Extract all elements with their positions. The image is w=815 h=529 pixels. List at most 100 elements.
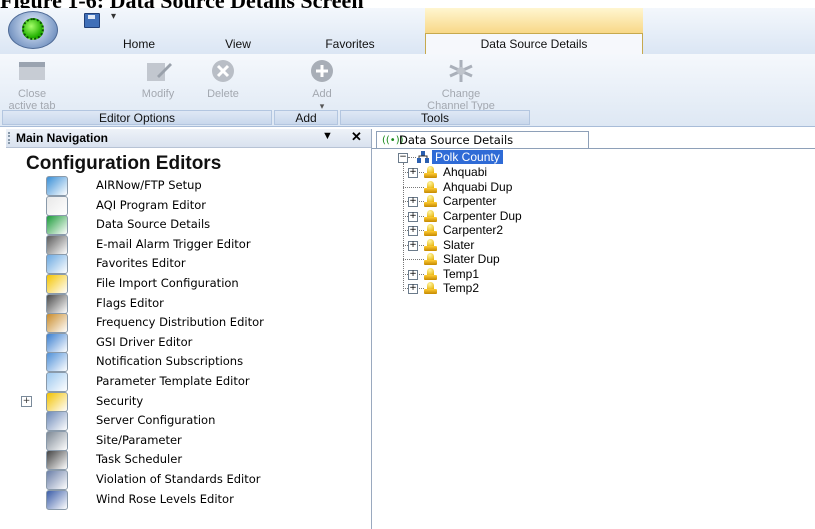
nav-item-flags-editor[interactable]: Flags Editor [46,293,366,314]
expand-icon[interactable]: + [408,197,418,207]
nav-item-label: Security [96,393,144,408]
nav-item-server-configuration[interactable]: Server Configuration [46,410,366,432]
tree-connector [403,259,424,260]
nav-item-violation-of-standards-editor[interactable]: Violation of Standards Editor [46,469,366,490]
nav-item-security[interactable]: + Security [21,391,366,412]
delete-icon [212,60,234,82]
nav-item-e-mail-alarm-trigger-editor[interactable]: E-mail Alarm Trigger Editor [46,234,366,255]
tree-node-carpenter[interactable]: + Carpenter [403,194,616,209]
modify-button[interactable]: Modify [132,58,184,100]
pane-menu-icon[interactable]: ▼ [322,130,333,142]
tree-node-slater-dup[interactable]: Slater Dup [403,252,616,267]
tree-node-label: Slater [443,237,475,252]
nav-item-notification-subscriptions[interactable]: Notification Subscriptions [46,351,366,373]
main-navigation-header: Main Navigation ▼ ✕ [6,129,371,148]
nav-item-parameter-template-editor[interactable]: Parameter Template Editor [46,371,366,392]
quick-access-dropdown-icon[interactable]: ▾ [111,11,116,22]
close-active-tab-button[interactable]: Close active tab [0,58,64,112]
modify-icon [147,63,172,81]
site-icon [424,238,437,251]
tree-node-ahquabi[interactable]: + Ahquabi [403,165,616,180]
tree-node-temp2[interactable]: + Temp2 [403,281,616,296]
tree-connector [403,186,424,188]
add-label: Add [312,88,332,100]
tree-node-slater[interactable]: + Slater [403,237,616,253]
add-button[interactable]: Add ▾ [302,58,342,112]
site-icon [424,282,437,294]
tree-root-label[interactable]: Polk County [432,150,503,164]
import-icon [46,274,68,294]
tree-node-label: Ahquabi Dup [443,179,513,194]
nav-item-label: AQI Program Editor [96,197,206,212]
tree-node-temp1[interactable]: + Temp1 [403,267,616,282]
template-icon [46,372,68,392]
main-navigation-pane: Main Navigation ▼ ✕ Configuration Editor… [6,129,372,529]
nav-item-label: Parameter Template Editor [96,374,250,388]
doc-tab-label: Data Source Details [399,133,514,147]
nav-item-frequency-distribution-editor[interactable]: Frequency Distribution Editor [46,312,366,334]
nav-item-favorites-editor[interactable]: Favorites Editor [46,253,366,275]
channel-type-icon [449,60,473,82]
clipboard-icon [46,313,68,334]
collapse-icon[interactable]: − [398,153,408,163]
grip-icon[interactable] [8,132,12,144]
nav-item-gsi-driver-editor[interactable]: GSI Driver Editor [46,332,366,353]
tab-home[interactable]: Home [106,35,172,53]
delete-button[interactable]: Delete [200,58,246,100]
save-icon[interactable] [84,13,100,28]
nav-item-task-scheduler[interactable]: Task Scheduler [46,449,366,471]
site-icon [424,224,437,236]
close-tab-icon [19,62,45,80]
nav-item-label: Data Source Details [96,217,211,232]
nav-item-label: Site/Parameter [96,432,182,447]
nav-item-wind-rose-levels-editor[interactable]: Wind Rose Levels Editor [46,489,366,510]
change-channel-type-button[interactable]: Change Channel Type [396,58,526,112]
expand-icon[interactable]: + [408,211,418,222]
expand-icon[interactable]: + [408,226,418,236]
tab-view[interactable]: View [212,35,264,53]
tree-node-label: Carpenter Dup [443,208,522,223]
change-label-line1: Change [441,88,481,100]
data-source-details-doc-tab[interactable]: ((•)) Data Source Details [376,131,589,149]
group-add: Add [274,110,338,125]
tree-node-label: Temp2 [443,281,480,295]
expand-icon[interactable]: + [408,269,418,280]
site-icon [424,166,437,178]
tree-connector [408,157,416,158]
configuration-editors-title: Configuration Editors [26,153,222,174]
expand-icon[interactable]: + [408,240,418,251]
expand-icon[interactable]: + [408,284,418,294]
nav-item-label: Task Scheduler [96,452,183,467]
nav-item-site-parameter[interactable]: Site/Parameter [46,430,366,451]
tree-root-node[interactable]: − Polk County [398,150,598,165]
nav-item-label: AIRNow/FTP Setup [96,178,202,192]
tree-node-carpenter2[interactable]: + Carpenter2 [403,223,616,238]
nav-item-label: Flags Editor [96,295,164,310]
nav-item-label: Violation of Standards Editor [96,472,261,486]
tree-node-label: Carpenter2 [443,223,504,237]
nav-item-airnow-ftp-setup[interactable]: AIRNow/FTP Setup [46,175,366,196]
notification-icon [46,352,68,373]
pane-close-icon[interactable]: ✕ [351,129,362,145]
application-menu-button[interactable] [8,11,58,49]
tree-node-ahquabi-dup[interactable]: Ahquabi Dup [403,179,616,195]
expand-icon[interactable]: + [408,168,418,178]
expand-icon[interactable]: + [21,395,32,407]
globe-icon [46,176,68,196]
site-icon [424,253,437,265]
site-icon [424,209,437,222]
nav-item-data-source-details[interactable]: Data Source Details [46,214,366,236]
nav-item-file-import-configuration[interactable]: File Import Configuration [46,273,366,294]
nav-item-aqi-program-editor[interactable]: AQI Program Editor [46,195,366,216]
nav-item-label: Favorites Editor [96,256,186,271]
folder-icon [46,391,68,412]
tab-data-source-details[interactable]: Data Source Details [425,33,643,55]
delete-label: Delete [207,88,239,100]
tree-node-label: Ahquabi [443,165,488,179]
gear-icon [46,430,68,451]
favorites-icon [46,254,68,275]
tab-favorites[interactable]: Favorites [308,35,392,53]
calendar-icon [46,195,68,216]
tree-node-carpenter-dup[interactable]: + Carpenter Dup [403,208,616,224]
tree-node-label: Slater Dup [443,252,500,266]
